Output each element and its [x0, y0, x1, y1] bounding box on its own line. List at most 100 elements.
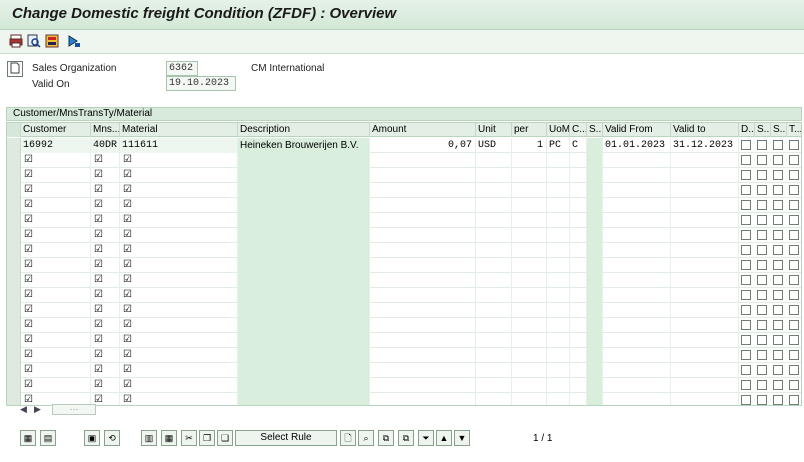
cell-per[interactable]	[512, 198, 547, 213]
edit-checkbox-icon[interactable]: ☑	[94, 169, 103, 181]
row-selector[interactable]	[7, 363, 21, 378]
cell-s[interactable]	[587, 378, 603, 393]
cell-unit[interactable]	[476, 198, 512, 213]
column-header-uom[interactable]: UoM	[547, 123, 570, 137]
cell-c[interactable]	[570, 213, 587, 228]
deletion-checkbox[interactable]	[741, 275, 751, 285]
flag-checkbox-2[interactable]	[773, 275, 783, 285]
cell-c[interactable]	[570, 228, 587, 243]
column-header-s3[interactable]: S...	[771, 123, 787, 137]
edit-checkbox-icon[interactable]: ☑	[94, 214, 103, 226]
cell-c[interactable]	[570, 348, 587, 363]
cell-s[interactable]	[587, 333, 603, 348]
cell-c[interactable]	[570, 393, 587, 405]
cell-valid-to[interactable]	[671, 318, 739, 333]
refresh-button[interactable]: ⟲	[104, 430, 120, 446]
flag-checkbox-3[interactable]	[789, 365, 799, 375]
cell-amount[interactable]	[370, 183, 476, 198]
cell-uom[interactable]	[547, 303, 570, 318]
edit-checkbox-icon[interactable]: ☑	[24, 154, 33, 166]
table-row[interactable]: ☑ ☑ ☑	[7, 183, 801, 198]
calculator-icon[interactable]: ▦	[161, 430, 177, 446]
cell-valid-from[interactable]	[603, 258, 671, 273]
cell-material[interactable]	[120, 183, 238, 198]
flag-checkbox-3[interactable]	[789, 215, 799, 225]
cell-c[interactable]	[570, 183, 587, 198]
flag-checkbox-1[interactable]	[757, 200, 767, 210]
cell-amount[interactable]	[370, 318, 476, 333]
flag-checkbox-3[interactable]	[789, 170, 799, 180]
cell-unit[interactable]	[476, 288, 512, 303]
flag-checkbox-2[interactable]	[773, 260, 783, 270]
flag-checkbox-1[interactable]	[757, 335, 767, 345]
cell-amount[interactable]	[370, 258, 476, 273]
cell-unit[interactable]	[476, 348, 512, 363]
column-header-valid-from[interactable]: Valid From	[603, 123, 671, 137]
cell-per[interactable]	[512, 288, 547, 303]
copy-icon[interactable]: ❐	[199, 430, 215, 446]
cell-uom[interactable]	[547, 363, 570, 378]
table-row[interactable]: ☑ ☑ ☑	[7, 213, 801, 228]
flag-checkbox-2[interactable]	[773, 380, 783, 390]
flag-checkbox-2[interactable]	[773, 185, 783, 195]
cell-c[interactable]	[570, 198, 587, 213]
column-header-mns[interactable]: Mns...	[91, 123, 120, 137]
cell-unit[interactable]	[476, 228, 512, 243]
table-row[interactable]: ☑ ☑ ☑	[7, 198, 801, 213]
flag-checkbox-2[interactable]	[773, 365, 783, 375]
print-icon[interactable]	[8, 33, 24, 49]
edit-checkbox-icon[interactable]: ☑	[24, 334, 33, 346]
edit-checkbox-icon[interactable]: ☑	[94, 229, 103, 241]
new-document-icon[interactable]: 🗋	[340, 430, 356, 446]
edit-checkbox-icon[interactable]: ☑	[94, 184, 103, 196]
cell-uom[interactable]	[547, 273, 570, 288]
cell-valid-to[interactable]	[671, 393, 739, 405]
edit-checkbox-icon[interactable]: ☑	[123, 229, 132, 241]
cell-valid-to[interactable]	[671, 363, 739, 378]
cell-s[interactable]	[587, 198, 603, 213]
cell-s[interactable]	[587, 138, 603, 153]
edit-checkbox-icon[interactable]: ☑	[123, 304, 132, 316]
cell-amount[interactable]	[370, 273, 476, 288]
flag-checkbox-1[interactable]	[757, 170, 767, 180]
cell-uom[interactable]	[547, 228, 570, 243]
cell-per[interactable]	[512, 393, 547, 405]
edit-checkbox-icon[interactable]: ☑	[24, 244, 33, 256]
table-row[interactable]: ☑ ☑ ☑	[7, 153, 801, 168]
navigate-icon[interactable]	[66, 33, 82, 49]
find-binoculars-icon[interactable]: ⧉	[378, 430, 394, 446]
deletion-checkbox[interactable]	[741, 350, 751, 360]
table-row[interactable]: ☑ ☑ ☑	[7, 378, 801, 393]
column-header-t[interactable]: T...	[787, 123, 801, 137]
select-all-cell[interactable]	[7, 123, 21, 137]
edit-checkbox-icon[interactable]: ☑	[94, 304, 103, 316]
cell-material[interactable]: 111611	[120, 138, 238, 153]
edit-checkbox-icon[interactable]: ☑	[123, 394, 132, 405]
edit-checkbox-icon[interactable]: ☑	[24, 184, 33, 196]
cell-description[interactable]	[238, 363, 370, 378]
cell-unit[interactable]	[476, 393, 512, 405]
cell-valid-to[interactable]	[671, 168, 739, 183]
cell-valid-from[interactable]	[603, 183, 671, 198]
flag-checkbox-3[interactable]	[789, 305, 799, 315]
cell-uom[interactable]	[547, 153, 570, 168]
cell-valid-to[interactable]	[671, 303, 739, 318]
cell-s[interactable]	[587, 303, 603, 318]
cell-s[interactable]	[587, 243, 603, 258]
deletion-checkbox[interactable]	[741, 200, 751, 210]
cell-unit[interactable]	[476, 378, 512, 393]
cell-c[interactable]	[570, 258, 587, 273]
find-next-icon[interactable]: ⧉	[398, 430, 414, 446]
cell-valid-from[interactable]	[603, 273, 671, 288]
cell-uom[interactable]	[547, 258, 570, 273]
table-row[interactable]: ☑ ☑ ☑	[7, 318, 801, 333]
edit-checkbox-icon[interactable]: ☑	[24, 304, 33, 316]
edit-checkbox-icon[interactable]: ☑	[123, 319, 132, 331]
cell-valid-from[interactable]	[603, 378, 671, 393]
cell-uom[interactable]: PC	[547, 138, 570, 153]
flag-checkbox-2[interactable]	[773, 395, 783, 405]
document-icon[interactable]	[7, 61, 23, 77]
deletion-checkbox[interactable]	[741, 185, 751, 195]
flag-checkbox-1[interactable]	[757, 320, 767, 330]
cell-valid-to[interactable]	[671, 288, 739, 303]
